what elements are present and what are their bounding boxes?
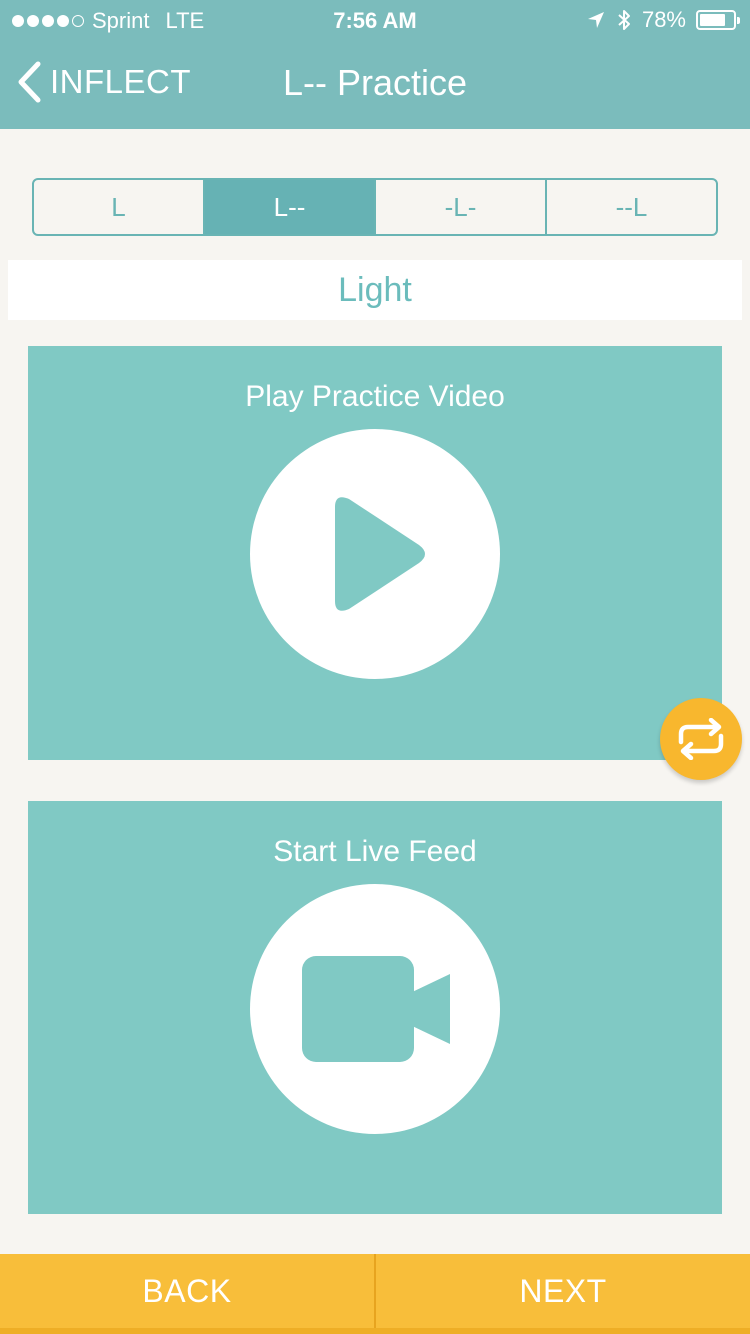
play-video-button[interactable] (250, 429, 500, 679)
position-segmented-control: L L-- -L- --L (32, 178, 718, 236)
start-live-feed-card[interactable]: Start Live Feed (28, 801, 722, 1214)
segment-l-final[interactable]: --L (547, 180, 716, 234)
battery-icon (696, 10, 740, 30)
next-button[interactable]: NEXT (376, 1254, 750, 1328)
bluetooth-icon (618, 10, 630, 30)
practice-word-band: Light (8, 260, 742, 320)
battery-fill (700, 14, 725, 26)
practice-word: Light (338, 270, 412, 309)
segment-l-medial[interactable]: -L- (376, 180, 547, 234)
status-bar: Sprint LTE 7:56 AM 78% (0, 0, 750, 40)
repeat-button[interactable] (660, 698, 742, 780)
page-title-text: L-- Practice (282, 62, 468, 103)
play-practice-video-card[interactable]: Play Practice Video (28, 346, 722, 760)
back-button[interactable]: BACK (0, 1254, 376, 1328)
segment-l[interactable]: L (34, 180, 205, 234)
segment-l-initial[interactable]: L-- (205, 180, 376, 234)
location-arrow-icon (587, 12, 604, 28)
start-live-feed-label: Start Live Feed (273, 835, 477, 868)
app-header: Sprint LTE 7:56 AM 78% INFLECT L-- Pract… (0, 0, 750, 129)
page-title: L-- Practice (0, 62, 750, 104)
repeat-icon (678, 718, 724, 760)
video-camera-icon (302, 956, 450, 1062)
bottom-navigation-bar: BACK NEXT (0, 1254, 750, 1334)
play-icon (335, 497, 425, 611)
play-practice-video-label: Play Practice Video (245, 380, 505, 413)
live-feed-button[interactable] (250, 884, 500, 1134)
battery-percent: 78% (641, 7, 686, 32)
status-right: 78% (586, 7, 740, 33)
